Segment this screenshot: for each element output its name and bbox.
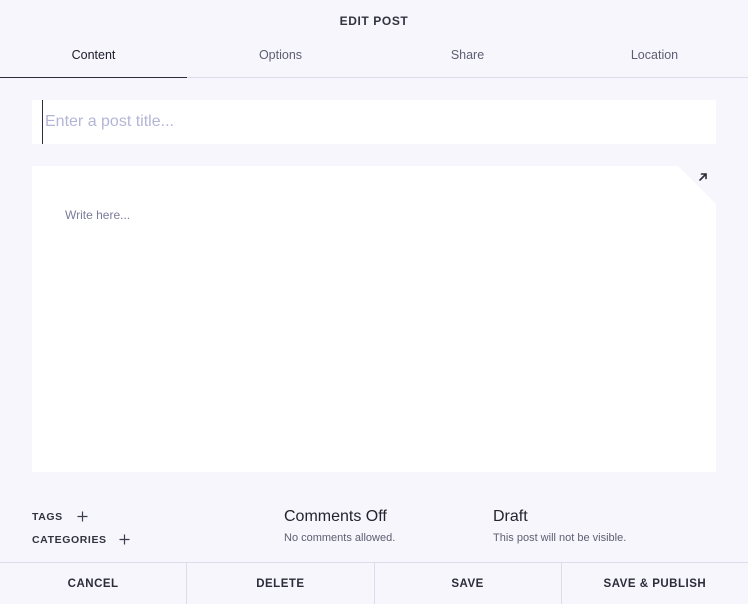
- body-placeholder: Write here...: [65, 208, 131, 222]
- save-publish-button[interactable]: SAVE & PUBLISH: [562, 563, 748, 604]
- comments-status-sub: No comments allowed.: [284, 532, 396, 544]
- tab-bar: Content Options Share Location: [0, 36, 748, 78]
- categories-label: CATEGORIES: [32, 534, 107, 546]
- expand-arrow-icon[interactable]: [697, 171, 709, 183]
- tab-location[interactable]: Location: [561, 36, 748, 77]
- tab-content[interactable]: Content: [0, 36, 187, 78]
- cancel-button[interactable]: CANCEL: [0, 563, 188, 604]
- save-button[interactable]: SAVE: [375, 563, 562, 604]
- action-bar: CANCEL DELETE SAVE SAVE & PUBLISH: [0, 562, 748, 604]
- comments-status-title[interactable]: Comments Off: [284, 508, 387, 526]
- post-title-field: [32, 100, 716, 144]
- visibility-status-sub: This post will not be visible.: [493, 532, 627, 544]
- add-category-plus-icon[interactable]: [119, 534, 130, 545]
- post-title-input[interactable]: [42, 100, 716, 144]
- visibility-status-title[interactable]: Draft: [493, 508, 528, 526]
- edit-post-modal: EDIT POST Content Options Share Location…: [0, 0, 748, 604]
- tab-options[interactable]: Options: [187, 36, 374, 77]
- tab-share[interactable]: Share: [374, 36, 561, 77]
- delete-button[interactable]: DELETE: [187, 563, 375, 604]
- post-meta: TAGS CATEGORIES Comments Off No comments…: [0, 500, 748, 560]
- page-title: EDIT POST: [339, 14, 409, 28]
- tags-label: TAGS: [32, 511, 63, 523]
- add-tag-plus-icon[interactable]: [77, 511, 88, 522]
- post-body-editor[interactable]: Write here...: [32, 166, 716, 472]
